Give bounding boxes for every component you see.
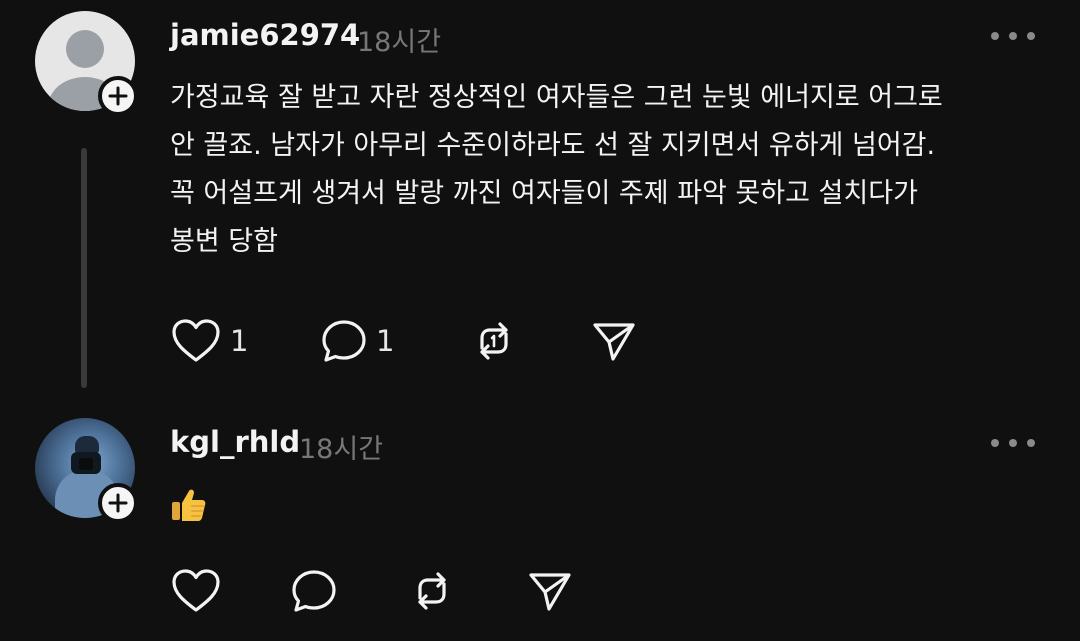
comment-icon	[322, 320, 366, 362]
thumbs-up-icon	[172, 489, 206, 521]
more-dot	[1009, 439, 1017, 447]
reply-count: 1	[376, 324, 395, 358]
avatar-photo-phone	[79, 458, 93, 470]
share-button[interactable]	[590, 318, 638, 364]
more-dot	[1027, 439, 1035, 447]
follow-button[interactable]	[98, 76, 138, 116]
post-emoji: 👍	[170, 486, 208, 528]
timestamp: 18시간	[357, 27, 442, 58]
like-button[interactable]	[170, 568, 222, 614]
comment-button[interactable]	[290, 568, 338, 614]
heart-icon	[172, 319, 220, 362]
username[interactable]: jamie62974	[170, 18, 360, 52]
follow-button[interactable]	[98, 483, 138, 523]
share-icon	[593, 323, 635, 361]
comment-button[interactable]: 1	[320, 318, 394, 364]
plus-icon	[108, 86, 128, 106]
timestamp: 18시간	[299, 434, 384, 465]
more-options-button[interactable]	[991, 436, 1035, 450]
plus-icon	[108, 493, 128, 513]
repost-icon	[418, 572, 446, 610]
like-button[interactable]: 1	[170, 318, 248, 364]
like-count: 1	[230, 324, 249, 358]
thread-line	[81, 148, 87, 388]
username[interactable]: kgl_rhld	[170, 425, 300, 459]
more-dot	[991, 439, 999, 447]
more-dot	[1009, 32, 1017, 40]
repost-icon	[480, 322, 508, 360]
more-dot	[991, 32, 999, 40]
heart-icon	[172, 569, 220, 612]
default-avatar-head	[66, 30, 104, 68]
post-text: 👍	[208, 486, 209, 487]
more-options-button[interactable]	[991, 29, 1035, 43]
repost-button[interactable]	[408, 568, 456, 614]
repost-button[interactable]	[470, 318, 518, 364]
share-button[interactable]	[526, 568, 574, 614]
post-text: 가정교육 잘 받고 자란 정상적인 여자들은 그런 눈빛 에너지로 어그로 안 …	[170, 82, 943, 257]
share-icon	[529, 573, 571, 611]
more-dot	[1027, 32, 1035, 40]
comment-icon	[292, 570, 336, 612]
